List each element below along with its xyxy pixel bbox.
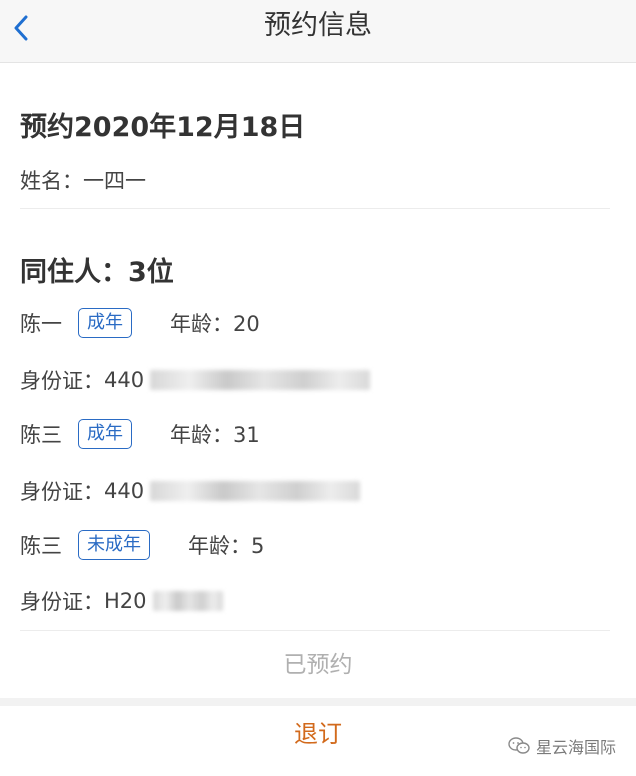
companion-age: 年龄：5 bbox=[188, 530, 264, 560]
age-value: 31 bbox=[233, 423, 260, 447]
adult-badge: 成年 bbox=[78, 308, 132, 338]
redacted-id bbox=[150, 370, 371, 390]
watermark: 星云海国际 bbox=[508, 734, 616, 758]
companion-id-row: 身份证： 440 bbox=[20, 474, 361, 508]
companion-age: 年龄：31 bbox=[170, 419, 260, 449]
divider bbox=[20, 630, 610, 631]
companion-age: 年龄：20 bbox=[170, 308, 260, 338]
id-prefix: 440 bbox=[104, 479, 145, 503]
companion-row: 陈三 未成年 年龄：5 bbox=[20, 528, 264, 562]
companion-row: 陈三 成年 年龄：31 bbox=[20, 417, 260, 451]
id-label: 身份证： bbox=[20, 590, 104, 614]
guest-name-row: 姓名：一四一 bbox=[20, 165, 146, 195]
companion-id-row: 身份证： 440 bbox=[20, 363, 371, 397]
companion-name: 陈三 bbox=[20, 423, 62, 447]
id-prefix: 440 bbox=[104, 368, 145, 392]
redacted-id bbox=[152, 591, 223, 611]
companion-id-row: 身份证： H20 bbox=[20, 584, 223, 618]
redacted-id bbox=[150, 481, 361, 501]
divider bbox=[20, 208, 610, 209]
section-separator bbox=[0, 698, 636, 706]
companions-heading: 同住人：3位 bbox=[20, 257, 174, 288]
booking-status: 已预约 bbox=[283, 652, 353, 678]
age-label: 年龄： bbox=[170, 312, 233, 336]
id-label: 身份证： bbox=[20, 480, 104, 504]
age-value: 5 bbox=[251, 534, 265, 558]
name-value: 一四一 bbox=[83, 169, 146, 193]
watermark-text: 星云海国际 bbox=[535, 738, 616, 757]
cancel-booking-button[interactable]: 退订 bbox=[200, 712, 436, 756]
wechat-icon bbox=[508, 737, 530, 754]
booking-date-heading: 预约2020年12月18日 bbox=[20, 112, 306, 143]
minor-badge: 未成年 bbox=[78, 530, 150, 560]
id-prefix: H20 bbox=[104, 589, 147, 613]
booking-card: 预约2020年12月18日 姓名：一四一 同住人：3位 陈一 成年 年龄：20 … bbox=[0, 63, 636, 698]
id-label: 身份证： bbox=[20, 369, 104, 393]
age-value: 20 bbox=[233, 312, 260, 336]
age-label: 年龄： bbox=[188, 534, 251, 558]
companion-row: 陈一 成年 年龄：20 bbox=[20, 306, 260, 340]
name-label: 姓名： bbox=[20, 169, 83, 193]
companion-name: 陈三 bbox=[20, 534, 62, 558]
nav-bar: 预约信息 bbox=[0, 0, 636, 63]
page-title: 预约信息 bbox=[264, 10, 372, 41]
adult-badge: 成年 bbox=[78, 419, 132, 449]
bottom-action-bar: 退订 星云海国际 bbox=[0, 706, 636, 776]
companion-name: 陈一 bbox=[20, 312, 62, 336]
age-label: 年龄： bbox=[170, 423, 233, 447]
